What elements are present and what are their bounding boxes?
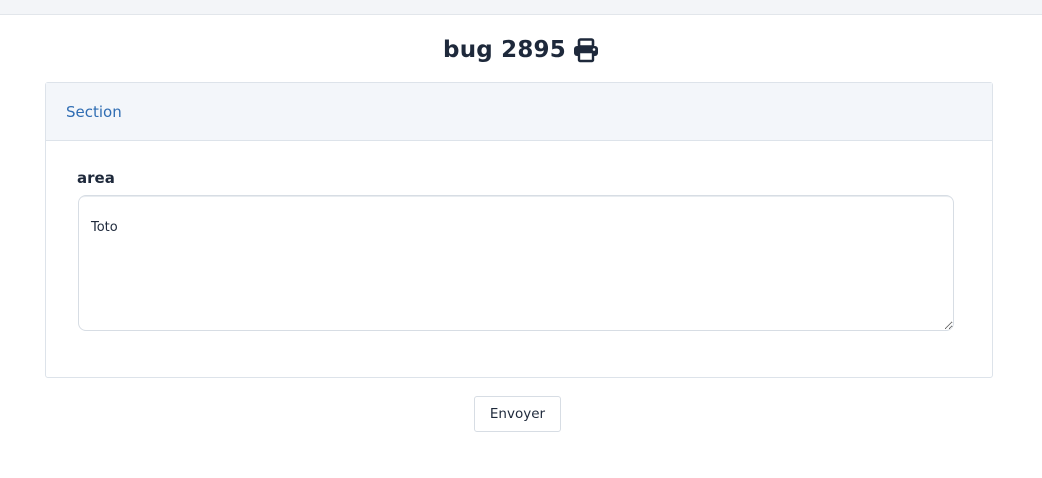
- area-textarea[interactable]: Toto: [78, 195, 954, 331]
- area-field-label: area: [77, 169, 115, 187]
- area-field-wrapper: Toto: [78, 195, 954, 331]
- section-title: Section: [66, 102, 122, 121]
- page-title: bug 2895: [443, 37, 566, 63]
- form-section: Section area Toto: [45, 82, 993, 378]
- print-icon[interactable]: [573, 37, 599, 63]
- submit-button[interactable]: Envoyer: [474, 396, 561, 432]
- page-header: bug 2895: [0, 33, 1042, 67]
- top-bar: [0, 0, 1042, 15]
- section-header: Section: [46, 83, 992, 141]
